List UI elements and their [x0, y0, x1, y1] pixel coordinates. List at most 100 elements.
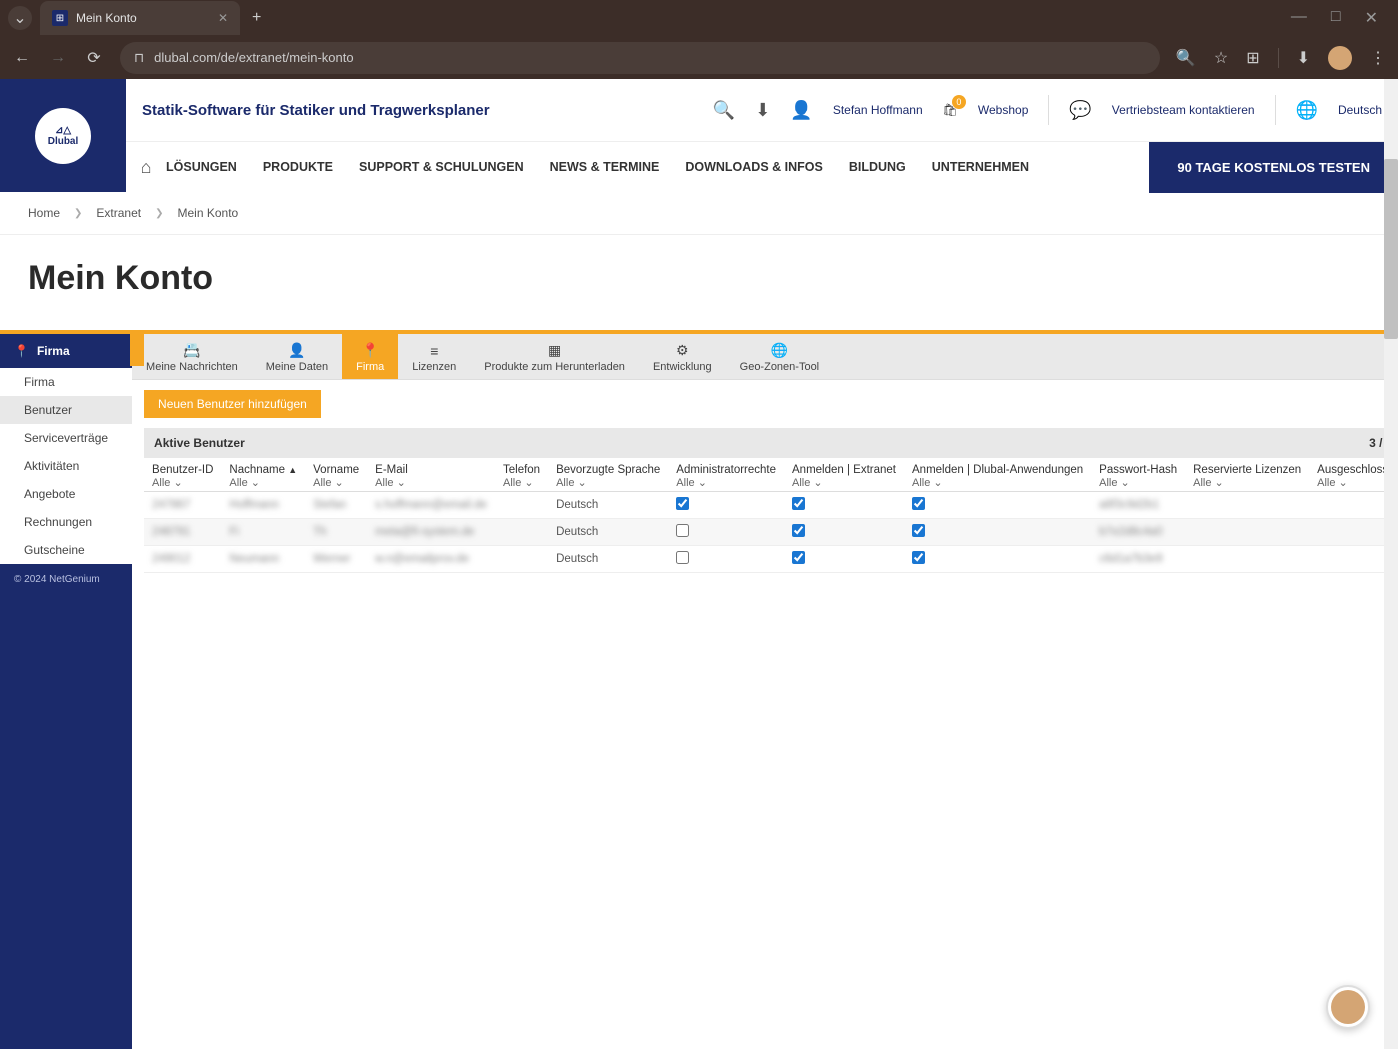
reload-button[interactable]: ⟳	[84, 48, 104, 68]
column-filter[interactable]: Alle	[1099, 477, 1130, 489]
tagline: Statik-Software für Statiker und Tragwer…	[142, 102, 490, 119]
contact-link[interactable]: Vertriebsteam kontaktieren	[1112, 103, 1255, 117]
column-filter[interactable]: Alle	[676, 477, 707, 489]
forward-button[interactable]: →	[48, 49, 68, 67]
sidebar-item[interactable]: Rechnungen	[0, 508, 132, 536]
checkbox[interactable]	[676, 551, 689, 564]
table-row[interactable]: 249012NeumannWernerw.n@emailprov.deDeuts…	[144, 546, 1398, 573]
nav-item[interactable]: SUPPORT & SCHULUNGEN	[359, 160, 524, 174]
column-filter[interactable]: Alle	[503, 477, 534, 489]
new-tab-button[interactable]: +	[252, 9, 261, 27]
search-icon[interactable]: 🔍	[713, 100, 735, 121]
bookmark-icon[interactable]: ☆	[1214, 48, 1228, 68]
breadcrumb-link[interactable]: Extranet	[96, 206, 141, 220]
cart-badge: 0	[952, 95, 966, 109]
breadcrumb-link[interactable]: Mein Konto	[178, 206, 239, 220]
sidebar-item[interactable]: Firma	[0, 368, 132, 396]
column-header[interactable]: Anmelden | ExtranetAlle	[784, 458, 904, 492]
webshop-link[interactable]: Webshop	[978, 103, 1028, 117]
column-filter[interactable]: Alle	[1317, 477, 1348, 489]
nav-item[interactable]: BILDUNG	[849, 160, 906, 174]
browser-tab[interactable]: ⊞ Mein Konto ✕	[40, 1, 240, 35]
tab-icon: ≡	[430, 343, 438, 359]
column-filter[interactable]: Alle	[375, 477, 406, 489]
site-header: Statik-Software für Statiker und Tragwer…	[0, 79, 1398, 141]
checkbox[interactable]	[912, 551, 925, 564]
left-panel: 📍 Firma FirmaBenutzerServiceverträgeAkti…	[0, 334, 132, 1049]
breadcrumb-link[interactable]: Home	[28, 206, 60, 220]
zoom-icon[interactable]: 🔍	[1176, 48, 1196, 68]
column-filter[interactable]: Alle	[152, 477, 183, 489]
nav-item[interactable]: UNTERNEHMEN	[932, 160, 1029, 174]
top-tab[interactable]: ≡Lizenzen	[398, 334, 470, 379]
url-input[interactable]: ⊓ dlubal.com/de/extranet/mein-konto	[120, 42, 1160, 74]
sidebar-item[interactable]: Angebote	[0, 480, 132, 508]
site-info-icon[interactable]: ⊓	[134, 50, 144, 66]
minimize-icon[interactable]: —	[1291, 8, 1307, 28]
checkbox[interactable]	[792, 497, 805, 510]
sidebar-item[interactable]: Gutscheine	[0, 536, 132, 564]
column-header[interactable]: Anmelden | Dlubal-AnwendungenAlle	[904, 458, 1091, 492]
nav-item[interactable]: PRODUKTE	[263, 160, 333, 174]
checkbox[interactable]	[792, 551, 805, 564]
user-icon[interactable]: 👤	[790, 100, 812, 121]
download-icon[interactable]: ⬇	[755, 100, 770, 121]
top-tab[interactable]: 📇Meine Nachrichten	[132, 334, 252, 379]
trial-cta-button[interactable]: 90 TAGE KOSTENLOS TESTEN	[1149, 142, 1398, 193]
checkbox[interactable]	[676, 524, 689, 537]
checkbox[interactable]	[912, 497, 925, 510]
downloads-icon[interactable]: ⬇	[1297, 48, 1310, 68]
add-user-button[interactable]: Neuen Benutzer hinzufügen	[144, 390, 321, 418]
home-icon[interactable]: ⌂	[126, 157, 166, 178]
user-name-link[interactable]: Stefan Hoffmann	[833, 103, 923, 117]
sidebar-item[interactable]: Serviceverträge	[0, 424, 132, 452]
close-tab-icon[interactable]: ✕	[218, 11, 228, 25]
extensions-icon[interactable]: ⊞	[1246, 48, 1259, 68]
top-tab[interactable]: 📍Firma	[342, 334, 398, 379]
right-panel: 📇Meine Nachrichten👤Meine Daten📍Firma≡Liz…	[132, 334, 1398, 1049]
menu-icon[interactable]: ⋮	[1370, 48, 1386, 68]
column-header[interactable]: Reservierte LizenzenAlle	[1185, 458, 1309, 492]
column-filter[interactable]: Alle	[313, 477, 344, 489]
close-window-icon[interactable]: ✕	[1365, 8, 1378, 28]
column-header[interactable]: AdministratorrechteAlle	[668, 458, 784, 492]
logo[interactable]: ⊿△Dlubal	[0, 79, 126, 192]
top-tab[interactable]: ▦Produkte zum Herunterladen	[470, 334, 639, 379]
top-tab[interactable]: 👤Meine Daten	[252, 334, 342, 379]
top-tab[interactable]: 🌐Geo-Zonen-Tool	[726, 334, 834, 379]
checkbox[interactable]	[912, 524, 925, 537]
language-link[interactable]: Deutsch	[1338, 103, 1382, 117]
sidebar-item[interactable]: Benutzer	[0, 396, 132, 424]
maximize-icon[interactable]: □	[1331, 8, 1341, 28]
chat-icon[interactable]: 💬	[1069, 100, 1091, 121]
back-button[interactable]: ←	[12, 49, 32, 67]
column-filter[interactable]: Alle	[1193, 477, 1224, 489]
column-filter[interactable]: Alle	[912, 477, 943, 489]
sidebar-item[interactable]: Aktivitäten	[0, 452, 132, 480]
checkbox[interactable]	[676, 497, 689, 510]
scrollbar[interactable]	[1384, 79, 1398, 1049]
column-filter[interactable]: Alle	[792, 477, 823, 489]
chat-widget[interactable]	[1326, 985, 1370, 1029]
column-header[interactable]: Passwort-HashAlle	[1091, 458, 1185, 492]
nav-item[interactable]: LÖSUNGEN	[166, 160, 237, 174]
checkbox[interactable]	[792, 524, 805, 537]
top-tab[interactable]: ⚙Entwicklung	[639, 334, 726, 379]
table-row[interactable]: 248791FiThmeta@fi-system.deDeutschb7e2d8…	[144, 519, 1398, 546]
column-header[interactable]: Benutzer-IDAlle	[144, 458, 221, 492]
globe-icon[interactable]: 🌐	[1296, 100, 1318, 121]
nav-item[interactable]: DOWNLOADS & INFOS	[685, 160, 823, 174]
table-row[interactable]: 247867HoffmannStefans.hoffmann@email.deD…	[144, 492, 1398, 519]
profile-avatar[interactable]	[1328, 46, 1352, 70]
column-filter[interactable]: Alle	[556, 477, 587, 489]
nav-item[interactable]: NEWS & TERMINE	[550, 160, 660, 174]
tab-list-dropdown[interactable]: ⌄	[8, 6, 32, 30]
column-header[interactable]: VornameAlle	[305, 458, 367, 492]
column-header[interactable]: TelefonAlle	[495, 458, 548, 492]
app-shell: 📍 Firma FirmaBenutzerServiceverträgeAkti…	[0, 334, 1398, 1049]
column-header[interactable]: E-MailAlle	[367, 458, 495, 492]
column-header[interactable]: Bevorzugte SpracheAlle	[548, 458, 668, 492]
column-header[interactable]: Nachname ▲Alle	[221, 458, 305, 492]
cart-icon[interactable]: 🛍0	[943, 103, 958, 117]
column-filter[interactable]: Alle	[229, 477, 260, 489]
